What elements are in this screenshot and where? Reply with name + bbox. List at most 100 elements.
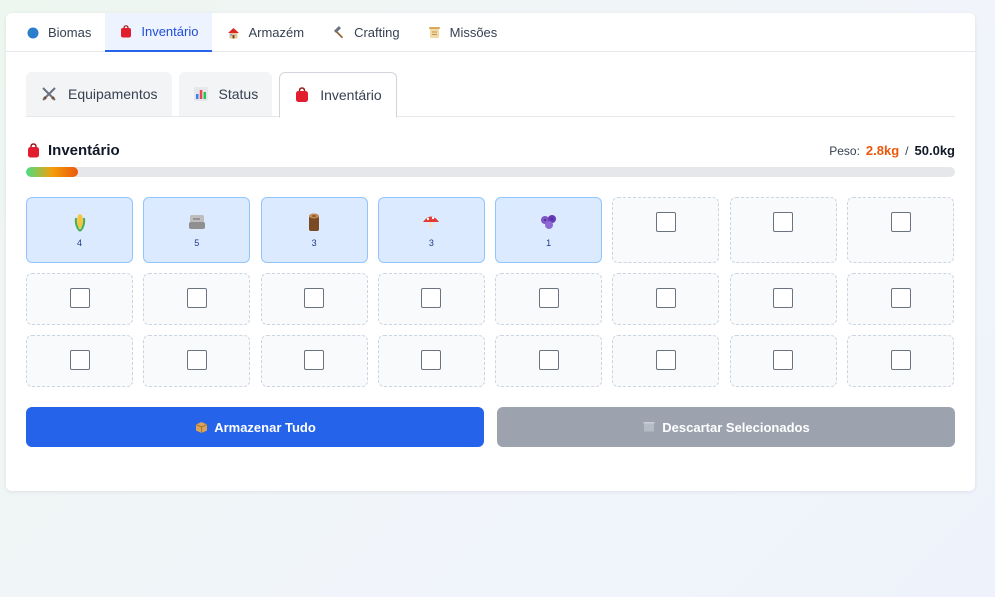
store-all-button[interactable]: Armazenar Tudo	[26, 407, 484, 447]
slot-checkbox[interactable]	[421, 350, 442, 370]
item-quantity: 4	[76, 238, 82, 248]
slot-checkbox[interactable]	[186, 350, 207, 370]
inventory-slot-empty[interactable]	[26, 273, 133, 325]
slot-checkbox[interactable]	[69, 288, 90, 308]
bag-icon	[294, 87, 310, 103]
inventory-slot-empty[interactable]	[847, 335, 955, 387]
inventory-slot-filled[interactable]: 3	[260, 197, 368, 263]
slot-checkbox[interactable]	[186, 288, 207, 308]
inventory-slot-empty[interactable]	[612, 335, 720, 387]
bag-icon	[26, 142, 40, 158]
hammer-icon	[332, 26, 346, 40]
inventory-slot-filled[interactable]: 3	[377, 197, 485, 263]
globe-icon	[26, 26, 40, 40]
inventory-slot-empty[interactable]	[612, 197, 720, 263]
tab-crafting[interactable]: Crafting	[318, 13, 414, 52]
inventory-slot-empty[interactable]	[729, 197, 837, 263]
discard-selected-button[interactable]: Descartar Selecionados	[497, 407, 955, 447]
weight-label: Peso:	[829, 143, 860, 158]
wood-log-icon	[304, 212, 324, 232]
subtab-status-label: Status	[218, 86, 259, 102]
inventory-slot-empty[interactable]	[377, 273, 485, 325]
slot-checkbox[interactable]	[773, 212, 794, 232]
tab-armazem[interactable]: Armazém	[212, 13, 318, 52]
inventory-slot-empty[interactable]	[729, 273, 837, 325]
subtab-status[interactable]: Status	[178, 72, 273, 116]
weight-progress-bar	[26, 167, 955, 177]
weight-readout: Peso: 2.8kg / 50.0kg	[829, 143, 955, 158]
store-all-label: Armazenar Tudo	[214, 419, 316, 435]
mushroom-icon	[421, 212, 441, 232]
tab-crafting-label: Crafting	[354, 25, 400, 40]
tab-missoes[interactable]: Missões	[414, 13, 512, 52]
weight-separator: /	[905, 143, 909, 158]
stone-icon	[187, 212, 207, 232]
slot-checkbox[interactable]	[538, 288, 559, 308]
weight-progress-fill	[26, 167, 79, 177]
slot-checkbox[interactable]	[304, 288, 325, 308]
item-quantity: 5	[194, 238, 200, 248]
weight-current: 2.8kg	[865, 142, 900, 158]
item-quantity: 1	[546, 238, 552, 248]
inventory-title-text: Inventário	[48, 141, 120, 159]
scroll-icon	[428, 26, 442, 40]
inventory-slot-empty[interactable]	[260, 335, 368, 387]
inventory-slot-empty[interactable]	[612, 273, 720, 325]
tab-inventario-label: Inventário	[141, 24, 199, 39]
inventory-row	[26, 335, 955, 387]
slot-checkbox[interactable]	[773, 350, 794, 370]
subtab-inventario[interactable]: Inventário	[279, 72, 397, 118]
tab-missoes-label: Missões	[449, 25, 498, 40]
slot-checkbox[interactable]	[655, 212, 676, 232]
subtab-inventario-label: Inventário	[320, 87, 382, 103]
inventory-row: 4 5 3 3 1	[26, 197, 955, 263]
subtab-equipamentos[interactable]: Equipamentos	[26, 72, 172, 116]
slot-checkbox[interactable]	[890, 350, 911, 370]
berries-icon	[539, 212, 559, 232]
crossed-swords-icon	[40, 85, 58, 103]
package-icon	[194, 420, 208, 434]
inventory-slot-empty[interactable]	[729, 335, 837, 387]
item-quantity: 3	[428, 238, 434, 248]
top-tabs: Biomas Inventário Armazém Crafting Missõ…	[6, 13, 975, 52]
slot-checkbox[interactable]	[890, 288, 911, 308]
inventory-slot-empty[interactable]	[495, 273, 603, 325]
inventory-slot-filled[interactable]: 1	[495, 197, 603, 263]
corn-icon	[70, 212, 90, 232]
tab-inventario[interactable]: Inventário	[105, 13, 213, 52]
inventory-slot-empty[interactable]	[26, 335, 133, 387]
slot-checkbox[interactable]	[69, 350, 90, 370]
bag-icon	[119, 25, 133, 39]
tab-armazem-label: Armazém	[248, 25, 305, 40]
inventory-slot-empty[interactable]	[260, 273, 368, 325]
inventory-slot-filled[interactable]: 4	[26, 197, 133, 263]
slot-checkbox[interactable]	[773, 288, 794, 308]
slot-checkbox[interactable]	[890, 212, 911, 232]
item-quantity: 3	[311, 238, 317, 248]
inventory-slot-filled[interactable]: 5	[143, 197, 251, 263]
inventory-slot-empty[interactable]	[377, 335, 485, 387]
inventory-slot-empty[interactable]	[847, 273, 955, 325]
inventory-row	[26, 273, 955, 325]
main-card: Biomas Inventário Armazém Crafting Missõ…	[6, 13, 975, 491]
slot-checkbox[interactable]	[304, 350, 325, 370]
slot-checkbox[interactable]	[655, 288, 676, 308]
inventory-slot-empty[interactable]	[847, 197, 955, 263]
inventory-slot-empty[interactable]	[143, 273, 251, 325]
bar-chart-icon	[193, 86, 209, 102]
slot-checkbox[interactable]	[538, 350, 559, 370]
tab-biomas[interactable]: Biomas	[12, 13, 105, 52]
sub-tabs: Equipamentos Status Inventário	[26, 72, 955, 118]
trash-icon	[642, 420, 656, 434]
slot-checkbox[interactable]	[421, 288, 442, 308]
action-buttons: Armazenar Tudo Descartar Selecionados	[26, 407, 955, 447]
inventory-header: Inventário Peso: 2.8kg / 50.0kg	[26, 139, 955, 161]
weight-max: 50.0kg	[914, 142, 955, 158]
house-icon	[226, 26, 240, 40]
subtab-equipamentos-label: Equipamentos	[68, 86, 158, 102]
inventory-title: Inventário	[26, 142, 120, 159]
discard-selected-label: Descartar Selecionados	[662, 419, 810, 435]
inventory-slot-empty[interactable]	[495, 335, 603, 387]
inventory-slot-empty[interactable]	[143, 335, 251, 387]
slot-checkbox[interactable]	[655, 350, 676, 370]
